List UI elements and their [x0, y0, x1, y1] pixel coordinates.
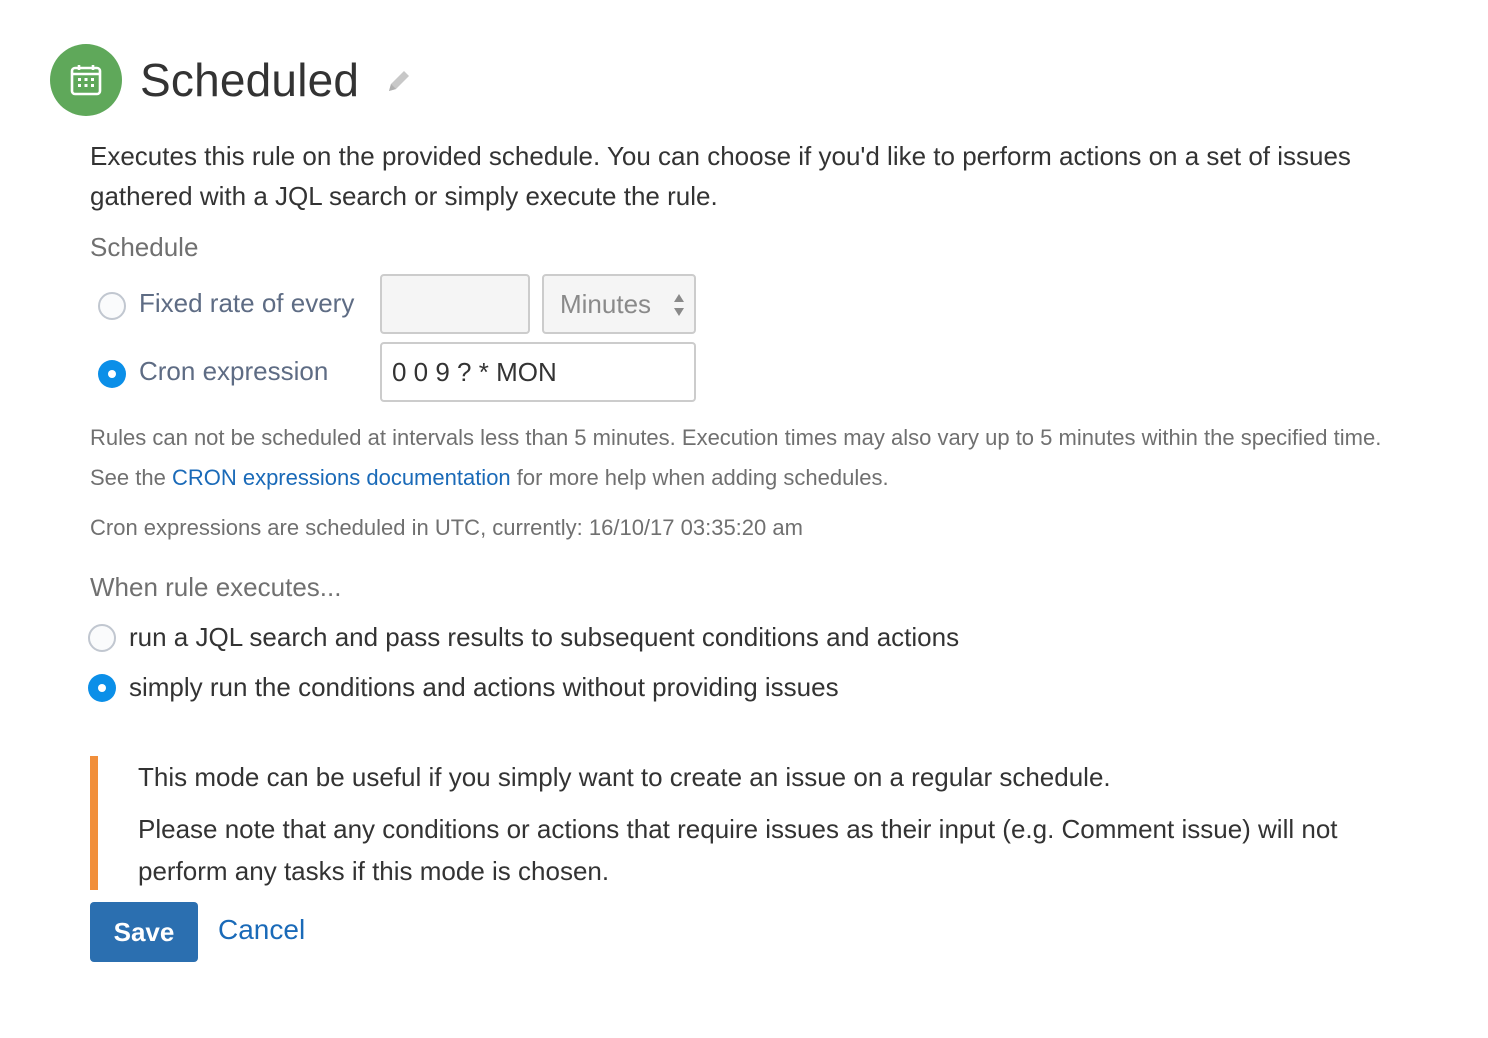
run-without-issues-radio[interactable]	[88, 674, 116, 702]
help-text-post: for more help when adding schedules.	[510, 465, 889, 490]
page-title: Scheduled	[140, 54, 360, 106]
save-button[interactable]: Save	[90, 902, 198, 962]
utc-note: Cron expressions are scheduled in UTC, c…	[90, 515, 803, 540]
fixed-rate-radio[interactable]	[98, 292, 126, 320]
cron-expression-label: Cron expression	[139, 356, 329, 386]
cron-expression-input[interactable]	[380, 342, 696, 402]
cron-docs-link[interactable]: CRON expressions documentation	[172, 465, 511, 490]
fixed-rate-label: Fixed rate of every	[139, 288, 355, 318]
calendar-icon	[50, 44, 122, 116]
schedule-label: Schedule	[90, 232, 199, 262]
page-header: Scheduled	[50, 44, 413, 116]
schedule-help-text: Rules can not be scheduled at intervals …	[90, 418, 1390, 498]
trigger-description: Executes this rule on the provided sched…	[90, 141, 1351, 211]
scheduled-trigger-page: Scheduled Executes this rule on the prov…	[0, 0, 1488, 1038]
run-without-issues-label: simply run the conditions and actions wi…	[129, 672, 839, 702]
time-unit-select[interactable]: Minutes	[542, 274, 696, 334]
note-line-2: Please note that any conditions or actio…	[138, 814, 1338, 886]
cancel-link[interactable]: Cancel	[218, 914, 305, 946]
jql-search-label: run a JQL search and pass results to sub…	[129, 622, 960, 652]
execution-label: When rule executes...	[90, 572, 342, 602]
mode-note: This mode can be useful if you simply wa…	[90, 756, 1400, 890]
note-line-1: This mode can be useful if you simply wa…	[138, 762, 1111, 792]
pencil-icon[interactable]	[385, 67, 413, 100]
jql-search-radio[interactable]	[88, 624, 116, 652]
cron-expression-radio[interactable]	[98, 360, 126, 388]
select-arrows-icon	[672, 290, 686, 325]
fixed-rate-input[interactable]	[380, 274, 530, 334]
time-unit-value: Minutes	[560, 288, 652, 319]
